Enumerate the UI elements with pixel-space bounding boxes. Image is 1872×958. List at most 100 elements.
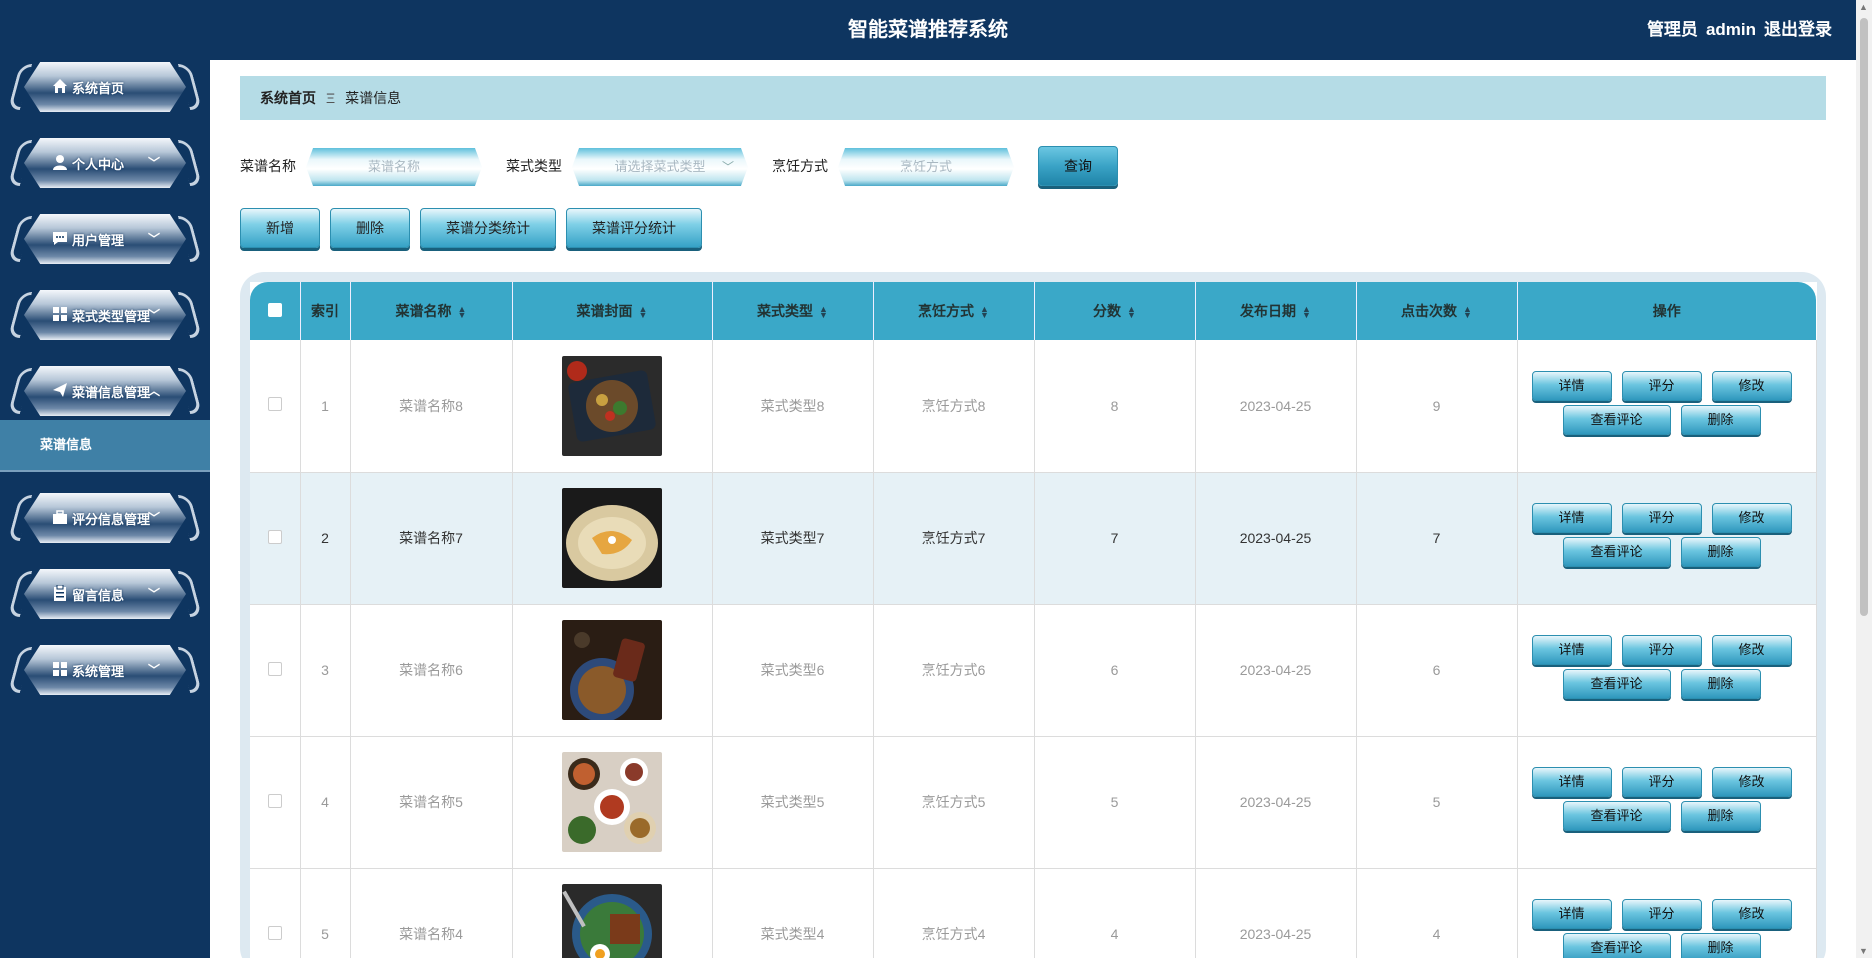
detail-button[interactable]: 详情	[1531, 899, 1612, 929]
table-row[interactable]: 5 菜谱名称4 菜式类型4 烹饪方式4 4 2023-04-25 4 详情 评分 修改 查看评论 删除	[250, 868, 1817, 958]
operations-cell: 详情 评分 修改查看评论 删除	[1517, 604, 1817, 737]
sort-icon[interactable]: ▲ ▼	[1463, 305, 1472, 320]
column-header[interactable]: 菜谱名称 ▲ ▼	[350, 282, 513, 340]
sidebar-item-messages[interactable]: 留言信息 ﹀	[7, 565, 203, 623]
column-header[interactable]: 点击次数 ▲ ▼	[1356, 282, 1518, 340]
logout-link[interactable]: 退出登录	[1764, 20, 1832, 39]
scrollbar-thumb[interactable]	[1860, 18, 1868, 616]
recipe-cover-image[interactable]	[562, 884, 662, 958]
row-checkbox[interactable]	[267, 529, 282, 544]
edit-button[interactable]: 修改	[1711, 370, 1792, 401]
add-button[interactable]: 新增	[240, 208, 320, 248]
click-count-cell: 7	[1356, 472, 1518, 605]
column-header[interactable]: 菜式类型 ▲ ▼	[712, 282, 874, 340]
row-select-cell[interactable]	[250, 340, 301, 473]
view-comments-button[interactable]: 查看评论	[1562, 669, 1671, 699]
query-button[interactable]: 查询	[1038, 146, 1118, 186]
rating-stats-button[interactable]: 菜谱评分统计	[566, 208, 702, 248]
table-row[interactable]: 4 菜谱名称5 菜式类型5 烹饪方式5 5 2023-04-25 5 详情 评分 修改 查看评论 删除	[250, 736, 1817, 869]
edit-button[interactable]: 修改	[1711, 503, 1792, 533]
sidebar-item-dish-types[interactable]: 菜式类型管理 ﹀	[7, 286, 203, 344]
rate-button[interactable]: 评分	[1621, 899, 1702, 929]
page-scrollbar[interactable]: ▲ ▼	[1856, 0, 1872, 958]
breadcrumb-home[interactable]: 系统首页	[260, 90, 316, 106]
row-delete-button[interactable]: 删除	[1680, 801, 1761, 831]
column-header: 索引	[300, 282, 351, 340]
view-comments-button[interactable]: 查看评论	[1562, 537, 1671, 567]
sidebar-button[interactable]: 菜谱信息管理 ︿	[24, 366, 186, 416]
sidebar-button[interactable]: 评分信息管理 ﹀	[24, 493, 186, 543]
table-row[interactable]: 2 菜谱名称7 菜式类型7 烹饪方式7 7 2023-04-25 7 详情 评分 修改 查看评论 删除	[250, 472, 1817, 605]
sidebar-item-recipes[interactable]: 菜谱信息管理 ︿	[7, 362, 203, 420]
sidebar-button[interactable]: 系统管理 ﹀	[24, 645, 186, 695]
sidebar-item-system[interactable]: 系统管理 ﹀	[7, 641, 203, 699]
detail-button[interactable]: 详情	[1531, 635, 1612, 665]
sort-icon[interactable]: ▲ ▼	[980, 305, 989, 320]
cooking-method-label: 烹饪方式	[772, 158, 828, 174]
row-delete-button[interactable]: 删除	[1680, 669, 1761, 699]
recipe-cover-image[interactable]	[562, 488, 662, 588]
row-select-cell[interactable]	[250, 472, 301, 605]
row-checkbox[interactable]	[267, 661, 282, 676]
chevron-up-icon: ︿	[147, 384, 160, 398]
rate-button[interactable]: 评分	[1621, 370, 1702, 401]
sidebar-item-users[interactable]: 用户管理 ﹀	[7, 210, 203, 268]
column-header[interactable]: 发布日期 ▲ ▼	[1195, 282, 1357, 340]
home-icon	[52, 78, 68, 94]
row-delete-button[interactable]: 删除	[1680, 404, 1761, 435]
sidebar-subitem-recipe-info[interactable]: 菜谱信息	[0, 420, 210, 470]
sidebar-item-personal[interactable]: 个人中心 ﹀	[7, 134, 203, 192]
table-row[interactable]: 1 菜谱名称8 菜式类型8 烹饪方式8 8 2023-04-25 9 详情 评分 修改 查看评论 删除	[250, 340, 1817, 473]
detail-button[interactable]: 详情	[1531, 767, 1612, 797]
edit-button[interactable]: 修改	[1711, 767, 1792, 797]
view-comments-button[interactable]: 查看评论	[1562, 404, 1671, 435]
sort-icon[interactable]: ▲ ▼	[639, 305, 648, 320]
table-row[interactable]: 3 菜谱名称6 菜式类型6 烹饪方式6 6 2023-04-25 6 详情 评分 修改 查看评论 删除	[250, 604, 1817, 737]
publish-date-cell: 2023-04-25	[1195, 604, 1357, 737]
sidebar-button[interactable]: 菜式类型管理 ﹀	[24, 290, 186, 340]
row-delete-button[interactable]: 删除	[1680, 933, 1761, 958]
row-checkbox[interactable]	[267, 925, 282, 940]
edit-button[interactable]: 修改	[1711, 899, 1792, 929]
detail-button[interactable]: 详情	[1531, 370, 1612, 401]
row-select-cell[interactable]	[250, 736, 301, 869]
scroll-up-icon[interactable]: ▲	[1859, 2, 1868, 12]
sort-icon[interactable]: ▲ ▼	[458, 305, 467, 320]
recipe-cover-image[interactable]	[562, 752, 662, 852]
row-delete-button[interactable]: 删除	[1680, 537, 1761, 567]
select-all-checkbox[interactable]	[267, 302, 282, 317]
sidebar-item-ratings[interactable]: 评分信息管理 ﹀	[7, 489, 203, 547]
category-stats-button[interactable]: 菜谱分类统计	[420, 208, 556, 248]
dish-type-select[interactable]: 请选择菜式类型 ﹀	[572, 148, 748, 186]
delete-button[interactable]: 删除	[330, 208, 410, 248]
recipe-cover-image[interactable]	[562, 355, 662, 456]
view-comments-button[interactable]: 查看评论	[1562, 801, 1671, 831]
sidebar-button[interactable]: 用户管理 ﹀	[24, 214, 186, 264]
column-header[interactable]: 分数 ▲ ▼	[1034, 282, 1196, 340]
column-header[interactable]: 烹饪方式 ▲ ▼	[873, 282, 1035, 340]
row-select-cell[interactable]	[250, 868, 301, 958]
rate-button[interactable]: 评分	[1621, 767, 1702, 797]
scroll-down-icon[interactable]: ▼	[1859, 946, 1868, 956]
rate-button[interactable]: 评分	[1621, 503, 1702, 533]
sidebar-item-home[interactable]: 系统首页	[7, 58, 203, 116]
row-checkbox[interactable]	[267, 793, 282, 808]
clipboard-icon	[52, 584, 68, 601]
sort-icon[interactable]: ▲ ▼	[819, 305, 828, 320]
row-checkbox[interactable]	[267, 397, 282, 412]
detail-button[interactable]: 详情	[1531, 503, 1612, 533]
rate-button[interactable]: 评分	[1621, 635, 1702, 665]
cooking-method-input[interactable]: 烹饪方式	[838, 148, 1014, 186]
sort-icon[interactable]: ▲ ▼	[1302, 305, 1311, 320]
column-header[interactable]: 菜谱封面 ▲ ▼	[512, 282, 713, 340]
sidebar-button[interactable]: 系统首页	[24, 62, 186, 112]
view-comments-button[interactable]: 查看评论	[1562, 933, 1671, 958]
recipe-name-input[interactable]: 菜谱名称	[306, 148, 482, 186]
sidebar-button[interactable]: 个人中心 ﹀	[24, 138, 186, 188]
row-select-cell[interactable]	[250, 604, 301, 737]
select-all-cell[interactable]	[250, 282, 301, 340]
sort-icon[interactable]: ▲ ▼	[1127, 305, 1136, 320]
edit-button[interactable]: 修改	[1711, 635, 1792, 665]
recipe-cover-image[interactable]	[562, 620, 662, 720]
sidebar-button[interactable]: 留言信息 ﹀	[24, 569, 186, 619]
